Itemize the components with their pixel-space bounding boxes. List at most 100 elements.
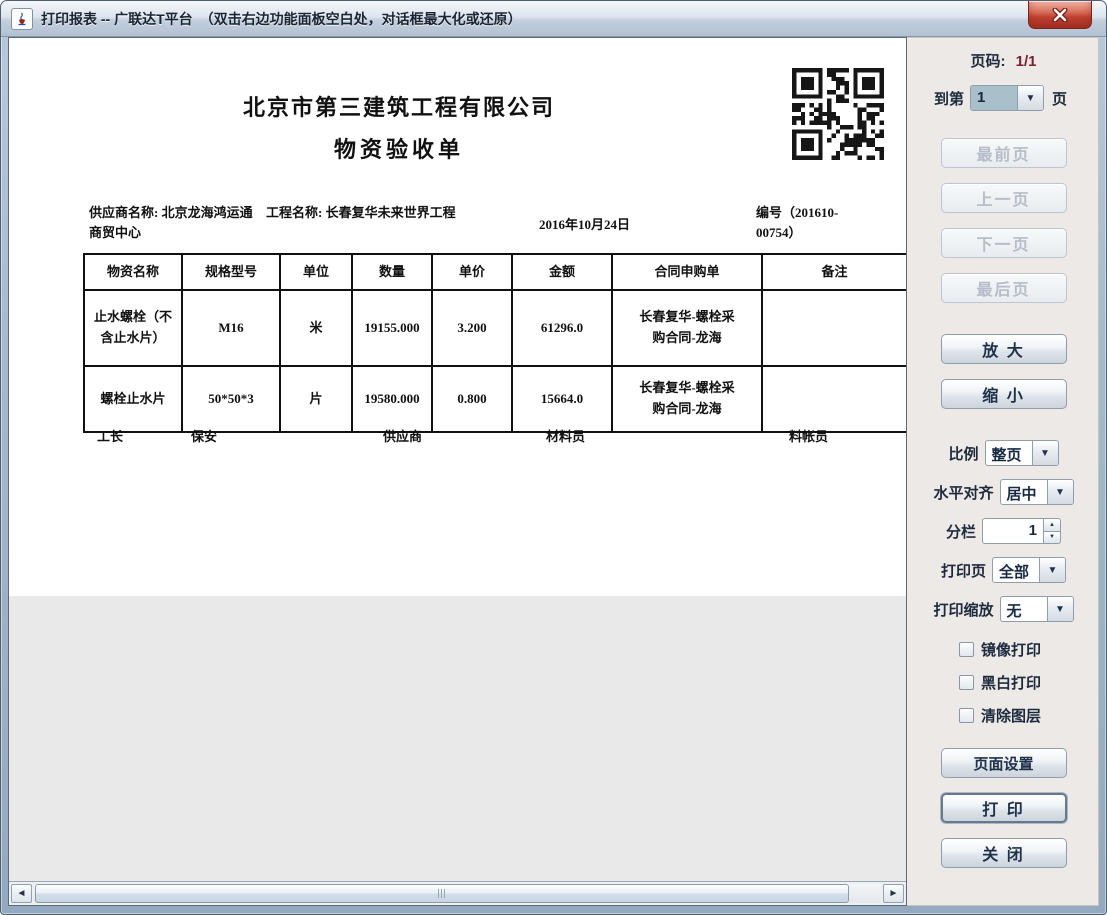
horizontal-scrollbar: ◄ ► (9, 881, 906, 905)
goto-suffix-label: 页 (1052, 88, 1067, 109)
scroll-right-button[interactable]: ► (883, 884, 904, 903)
prev-page-button[interactable]: 上一页 (941, 183, 1067, 213)
table-header-row: 物资名称 规格型号 单位 数量 单价 金额 合同申购单 备注 (84, 254, 906, 290)
cell-contract: 长春复华-螺栓采购合同-龙海 (612, 290, 762, 366)
print-pages-label: 打印页 (941, 560, 986, 581)
chevron-down-icon[interactable]: ▼ (1032, 441, 1058, 465)
cell-unit: 片 (280, 366, 352, 432)
close-dialog-button[interactable]: 关 闭 (941, 838, 1067, 868)
align-combobox[interactable]: 居中 ▼ (1000, 479, 1074, 505)
project-value: 长春复华未来世界工程 (326, 205, 456, 220)
cell-unit-price: 3.200 (432, 290, 512, 366)
page-indicator: 页码: 1/1 (970, 50, 1036, 71)
materials-table: 物资名称 规格型号 单位 数量 单价 金额 合同申购单 备注 止水螺栓（不含止水… (83, 253, 906, 433)
print-option-checkboxes: 镜像打印 黑白打印 清除图层 (913, 639, 1094, 738)
chevron-down-icon[interactable]: ▼ (1047, 480, 1073, 504)
document-type-title: 物资验收单 (89, 132, 709, 164)
page-value: 1/1 (1016, 53, 1037, 70)
goto-prefix-label: 到第 (934, 88, 964, 109)
control-panel: 页码: 1/1 到第 1 ▼ 页 最前页 上一页 下一页 最后页 放 大 缩 小… (907, 37, 1099, 906)
cell-spec: 50*50*3 (182, 366, 280, 432)
scale-row: 比例 整页 ▼ (913, 440, 1094, 466)
last-page-button[interactable]: 最后页 (941, 273, 1067, 303)
project-field: 工程名称: 长春复华未来世界工程 (266, 203, 458, 223)
print-pages-combobox[interactable]: 全部 ▼ (992, 557, 1066, 583)
page-label: 页码: (970, 53, 1005, 70)
document-date: 2016年10月24日 (539, 215, 630, 235)
chevron-down-icon[interactable]: ▼ (1039, 558, 1065, 582)
chevron-down-icon[interactable]: ▼ (1047, 597, 1073, 621)
zoom-in-button[interactable]: 放 大 (941, 334, 1067, 364)
print-pages-value: 全部 (993, 558, 1039, 582)
cell-quantity: 19155.000 (352, 290, 432, 366)
table-row: 螺栓止水片 50*50*3 片 19580.000 0.800 15664.0 … (84, 366, 906, 432)
align-row: 水平对齐 居中 ▼ (913, 479, 1094, 505)
checkbox-icon[interactable] (959, 675, 974, 690)
col-header: 单位 (280, 254, 352, 290)
next-page-button[interactable]: 下一页 (941, 228, 1067, 258)
col-header: 规格型号 (182, 254, 280, 290)
signature-material-clerk: 材料员 (546, 426, 585, 445)
bw-print-checkbox[interactable]: 黑白打印 (959, 672, 1094, 693)
columns-label: 分栏 (946, 521, 976, 542)
clear-layers-checkbox[interactable]: 清除图层 (959, 705, 1094, 726)
java-app-icon (11, 8, 33, 30)
document-info-row: 供应商名称: 北京龙海鸿运通商贸中心 工程名称: 长春复华未来世界工程 2016… (9, 203, 906, 251)
print-zoom-value: 无 (1001, 597, 1047, 621)
clear-layers-label: 清除图层 (981, 705, 1041, 726)
print-button[interactable]: 打 印 (941, 793, 1067, 823)
signature-security: 保安 (191, 426, 217, 445)
page-setup-button[interactable]: 页面设置 (941, 748, 1067, 778)
goto-page-row: 到第 1 ▼ 页 (913, 85, 1094, 111)
columns-value[interactable]: 1 (982, 518, 1044, 544)
supplier-label: 供应商名称: (89, 205, 158, 220)
checkbox-icon[interactable] (959, 642, 974, 657)
qr-code (792, 68, 884, 160)
print-zoom-combobox[interactable]: 无 ▼ (1000, 596, 1074, 622)
mirror-print-checkbox[interactable]: 镜像打印 (959, 639, 1094, 660)
scrollbar-thumb[interactable] (35, 884, 849, 903)
cell-material-name: 螺栓止水片 (84, 366, 182, 432)
signature-row: 工长 保安 供应商 材料员 料帐员 (83, 426, 906, 450)
scale-combobox[interactable]: 整页 ▼ (985, 440, 1059, 466)
goto-page-value: 1 (971, 86, 1017, 110)
spinner-down-icon[interactable]: ▼ (1044, 531, 1061, 545)
chevron-down-icon[interactable]: ▼ (1017, 86, 1043, 110)
cell-unit-price: 0.800 (432, 366, 512, 432)
company-name: 北京市第三建筑工程有限公司 (89, 90, 709, 122)
columns-spinner[interactable]: 1 ▲ ▼ (982, 518, 1061, 544)
align-value: 居中 (1001, 480, 1047, 504)
scrollbar-track[interactable] (34, 884, 881, 903)
cell-unit: 米 (280, 290, 352, 366)
preview-viewport[interactable]: 北京市第三建筑工程有限公司 物资验收单 供应商名称: 北京龙海鸿运通商贸中心 工… (9, 38, 906, 881)
window-title: 打印报表 -- 广联达T平台 （双击右边功能面板空白处，对话框最大化或还原） (41, 9, 522, 29)
cell-remark (762, 290, 906, 366)
java-coffee-icon (14, 11, 30, 27)
scale-value: 整页 (986, 441, 1032, 465)
col-header: 合同申购单 (612, 254, 762, 290)
cell-spec: M16 (182, 290, 280, 366)
supplier-field: 供应商名称: 北京龙海鸿运通商贸中心 (89, 203, 261, 243)
align-label: 水平对齐 (933, 482, 993, 503)
document-header: 北京市第三建筑工程有限公司 物资验收单 (89, 90, 709, 164)
print-preview-area: 北京市第三建筑工程有限公司 物资验收单 供应商名称: 北京龙海鸿运通商贸中心 工… (8, 37, 907, 906)
scroll-left-button[interactable]: ◄ (11, 884, 32, 903)
title-bar[interactable]: 打印报表 -- 广联达T平台 （双击右边功能面板空白处，对话框最大化或还原） (1, 1, 1106, 37)
cell-amount: 61296.0 (512, 290, 612, 366)
spinner-up-icon[interactable]: ▲ (1044, 518, 1061, 531)
cell-quantity: 19580.000 (352, 366, 432, 432)
goto-page-combobox[interactable]: 1 ▼ (970, 85, 1044, 111)
close-button[interactable] (1028, 1, 1092, 29)
print-pages-row: 打印页 全部 ▼ (913, 557, 1094, 583)
signature-foreman: 工长 (97, 426, 123, 445)
cell-remark (762, 366, 906, 432)
zoom-out-button[interactable]: 缩 小 (941, 379, 1067, 409)
project-label: 工程名称: (266, 205, 322, 220)
col-header: 物资名称 (84, 254, 182, 290)
cell-amount: 15664.0 (512, 366, 612, 432)
cell-material-name: 止水螺栓（不含止水片） (84, 290, 182, 366)
first-page-button[interactable]: 最前页 (941, 138, 1067, 168)
checkbox-icon[interactable] (959, 708, 974, 723)
bw-print-label: 黑白打印 (981, 672, 1041, 693)
close-icon (1052, 8, 1068, 22)
